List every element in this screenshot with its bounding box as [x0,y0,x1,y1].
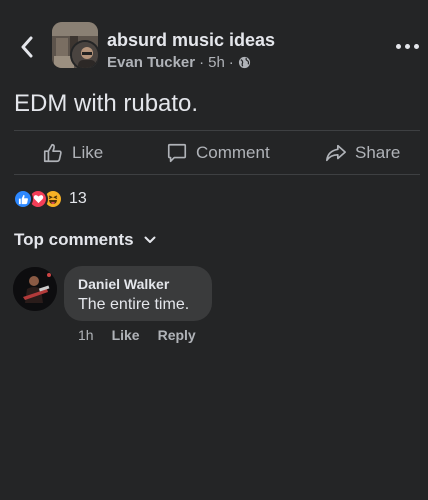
more-dot [395,43,401,49]
comment-sort-label: Top comments [14,230,134,249]
commenter-name[interactable]: Daniel Walker [78,276,198,292]
comment-icon [167,143,187,163]
comment-label: Comment [196,143,270,162]
post-text: EDM with rubato. [14,90,199,117]
group-avatar[interactable] [52,22,98,68]
post-time[interactable]: 5h [208,54,225,71]
post-meta: Evan Tucker · 5h · [107,54,251,71]
meta-separator: · [199,54,205,71]
author-name[interactable]: Evan Tucker [107,54,195,71]
comment-text: The entire time. [78,296,190,313]
share-icon [326,144,346,162]
comment-time[interactable]: 1h [78,327,94,343]
divider-bottom [14,174,420,175]
author-avatar [70,40,98,68]
chevron-down-icon [144,236,156,243]
chevron-left-icon [21,36,33,58]
comment-like-button[interactable]: Like [112,327,140,343]
more-options-button[interactable] [394,36,420,56]
commenter-avatar[interactable] [13,267,57,311]
comment-button[interactable]: Comment [166,132,270,174]
globe-icon [238,56,250,69]
reactions-summary[interactable]: 13 [13,188,87,210]
more-dot [404,43,410,49]
share-label: Share [355,143,401,162]
meta-separator-2: · [228,54,234,71]
post-header: absurd music ideas Evan Tucker · 5h · [0,0,428,92]
back-button[interactable] [14,34,40,60]
group-name[interactable]: absurd music ideas [107,30,275,51]
comment-sort-dropdown[interactable]: Top comments [14,230,156,250]
post-actions-bar: Like Comment Share [0,132,428,174]
like-label: Like [72,143,104,162]
share-button[interactable]: Share [325,132,400,174]
reaction-count: 13 [69,190,87,207]
comment-actions: 1h Like Reply [78,327,196,343]
comment-reply-button[interactable]: Reply [158,327,196,343]
divider-top [14,130,420,131]
thumbs-up-icon [43,143,62,163]
more-dot [413,43,419,49]
comment-bubble[interactable]: Daniel Walker The entire time. [64,266,212,321]
like-button[interactable]: Like [42,132,103,174]
like-icon [13,189,33,209]
